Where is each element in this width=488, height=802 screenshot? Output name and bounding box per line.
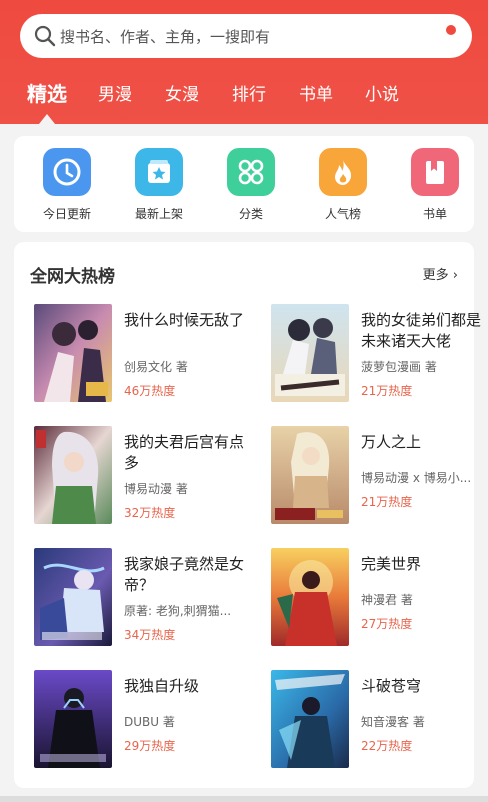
book-cover bbox=[34, 670, 112, 768]
quick-popular[interactable]: 人气榜 bbox=[298, 148, 388, 222]
book-author: 菠萝包漫画 著 bbox=[361, 360, 437, 374]
book-card[interactable]: 我什么时候无敌了 创易文化 著 46万热度 bbox=[34, 304, 254, 404]
book-author: DUBU 著 bbox=[124, 715, 175, 729]
book-card[interactable]: 万人之上 博易动漫 x 博易小... 21万热度 bbox=[271, 426, 488, 526]
book-card[interactable]: 完美世界 神漫君 著 27万热度 bbox=[271, 548, 488, 648]
quick-label: 分类 bbox=[238, 207, 263, 221]
book-author: 知音漫客 著 bbox=[361, 715, 425, 729]
section-title: 全网大热榜 bbox=[30, 267, 115, 287]
tab-novels[interactable]: 小说 bbox=[365, 80, 399, 105]
category-tabs: 精选 男漫 女漫 排行 书单 小说 bbox=[0, 80, 488, 116]
quick-label: 最新上架 bbox=[134, 207, 183, 221]
book-heat: 27万热度 bbox=[361, 617, 413, 631]
book-heat: 46万热度 bbox=[124, 384, 176, 398]
book-cover bbox=[271, 548, 349, 646]
book-card[interactable]: 我家娘子竟然是女帝？ 原著: 老狗,刺猬猫... 34万热度 bbox=[34, 548, 254, 648]
book-title: 斗破苍穹 bbox=[361, 677, 422, 695]
chevron-right-icon: › bbox=[452, 268, 458, 283]
notification-dot[interactable] bbox=[446, 25, 456, 35]
quick-new-arrivals[interactable]: 最新上架 bbox=[114, 148, 204, 222]
bookmark-book-icon bbox=[411, 148, 459, 196]
tab-female-comics[interactable]: 女漫 bbox=[165, 80, 199, 105]
search-bar[interactable]: 搜书名、作者、主角，一搜即有 bbox=[20, 14, 472, 58]
book-title: 我的夫君后宫有点多 bbox=[124, 433, 245, 472]
book-heat: 21万热度 bbox=[361, 384, 413, 398]
book-heat: 21万热度 bbox=[361, 495, 413, 509]
bottom-divider bbox=[0, 796, 488, 802]
more-label: 更多 bbox=[422, 268, 449, 283]
book-cover bbox=[34, 426, 112, 524]
book-heat: 29万热度 bbox=[124, 739, 176, 753]
book-heat: 34万热度 bbox=[124, 628, 176, 642]
book-cover bbox=[271, 426, 349, 524]
top-header: 搜书名、作者、主角，一搜即有 精选 男漫 女漫 排行 书单 小说 bbox=[0, 0, 488, 124]
quick-booklists[interactable]: 书单 bbox=[390, 148, 480, 222]
active-tab-indicator bbox=[39, 114, 55, 124]
star-box-icon bbox=[135, 148, 183, 196]
quick-label: 书单 bbox=[422, 207, 447, 221]
quick-label: 人气榜 bbox=[324, 207, 361, 221]
quick-label: 今日更新 bbox=[42, 207, 91, 221]
hot-ranking-panel: 全网大热榜 更多 › 我什么时候无敌了 创易文化 著 46万热度 我的女徒弟们都… bbox=[14, 242, 481, 788]
book-title: 我独自升级 bbox=[124, 677, 200, 695]
grid-icon bbox=[227, 148, 275, 196]
book-author: 原著: 老狗,刺猬猫... bbox=[124, 604, 232, 618]
tab-featured[interactable]: 精选 bbox=[27, 78, 67, 107]
book-cover bbox=[271, 304, 349, 402]
book-title: 完美世界 bbox=[361, 555, 422, 573]
search-placeholder: 搜书名、作者、主角，一搜即有 bbox=[60, 28, 271, 46]
flame-icon bbox=[319, 148, 367, 196]
book-card[interactable]: 我的夫君后宫有点多 博易动漫 著 32万热度 bbox=[34, 426, 254, 526]
book-cover bbox=[34, 548, 112, 646]
quick-categories[interactable]: 分类 bbox=[206, 148, 296, 222]
quick-entry-bar: 今日更新 最新上架 分类 人气榜 书单 bbox=[14, 136, 474, 232]
book-author: 创易文化 著 bbox=[124, 360, 188, 374]
book-card[interactable]: 我独自升级 DUBU 著 29万热度 bbox=[34, 670, 254, 770]
book-title: 我家娘子竟然是女帝？ bbox=[124, 555, 245, 594]
book-heat: 32万热度 bbox=[124, 506, 176, 520]
book-title: 我什么时候无敌了 bbox=[124, 311, 245, 329]
book-cover bbox=[34, 304, 112, 402]
book-card[interactable]: 斗破苍穹 知音漫客 著 22万热度 bbox=[271, 670, 488, 770]
more-link[interactable]: 更多 › bbox=[423, 264, 458, 283]
book-card[interactable]: 我的女徒弟们都是未来诸天大佬 菠萝包漫画 著 21万热度 bbox=[271, 304, 488, 404]
clock-icon bbox=[43, 148, 91, 196]
book-title: 我的女徒弟们都是未来诸天大佬 bbox=[361, 311, 482, 350]
book-title: 万人之上 bbox=[361, 433, 422, 451]
tab-male-comics[interactable]: 男漫 bbox=[98, 80, 132, 105]
quick-today-updates[interactable]: 今日更新 bbox=[22, 148, 112, 222]
tab-ranking[interactable]: 排行 bbox=[232, 80, 266, 105]
book-cover bbox=[271, 670, 349, 768]
book-author: 神漫君 著 bbox=[361, 593, 413, 607]
search-icon bbox=[34, 25, 56, 47]
book-author: 博易动漫 x 博易小... bbox=[361, 471, 472, 485]
tab-booklists[interactable]: 书单 bbox=[299, 80, 333, 105]
book-author: 博易动漫 著 bbox=[124, 482, 188, 496]
book-heat: 22万热度 bbox=[361, 739, 413, 753]
